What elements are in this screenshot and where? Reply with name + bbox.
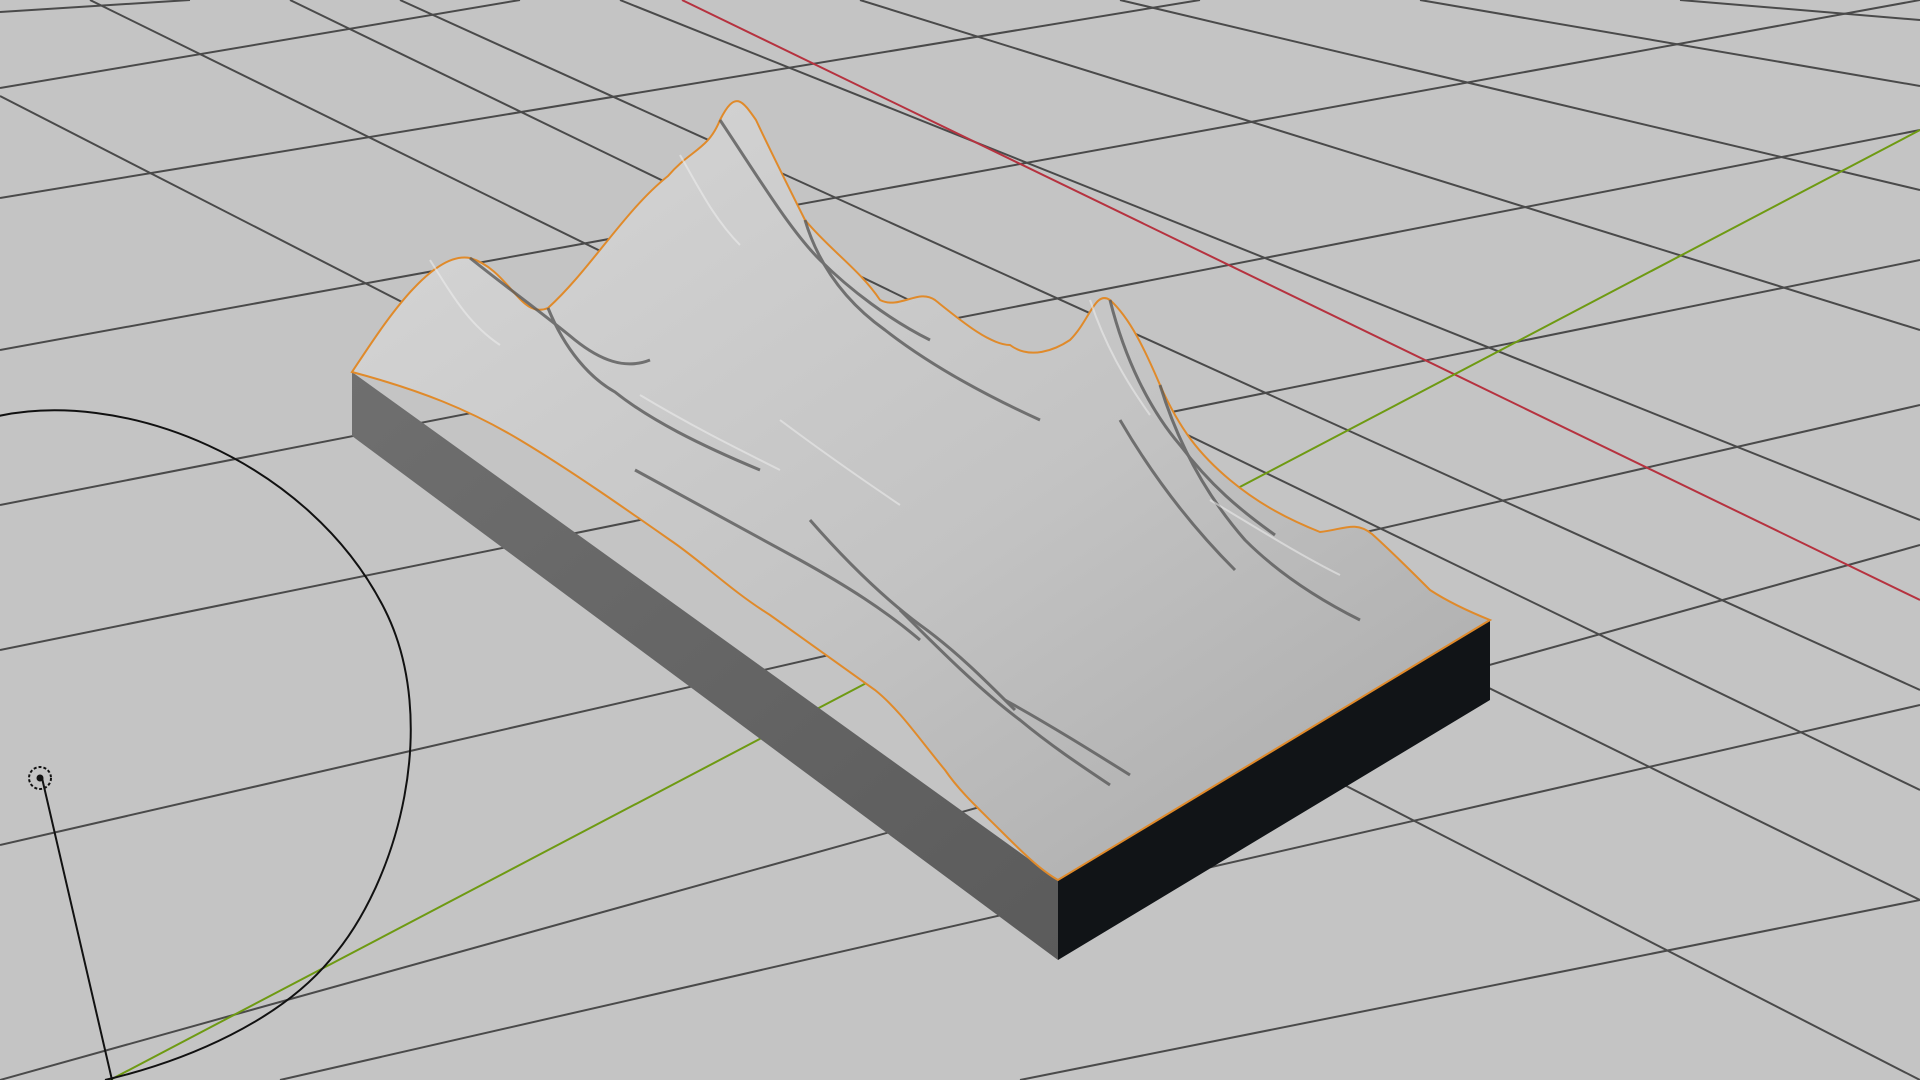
light-icon[interactable] bbox=[28, 766, 52, 790]
light-range-circle[interactable] bbox=[0, 409, 412, 1080]
3d-viewport[interactable] bbox=[0, 0, 1920, 1080]
viewport-canvas[interactable] bbox=[0, 0, 1920, 1080]
light-helper[interactable] bbox=[0, 409, 412, 1080]
terrain-object[interactable] bbox=[350, 100, 1493, 960]
light-direction-line bbox=[41, 777, 113, 1080]
